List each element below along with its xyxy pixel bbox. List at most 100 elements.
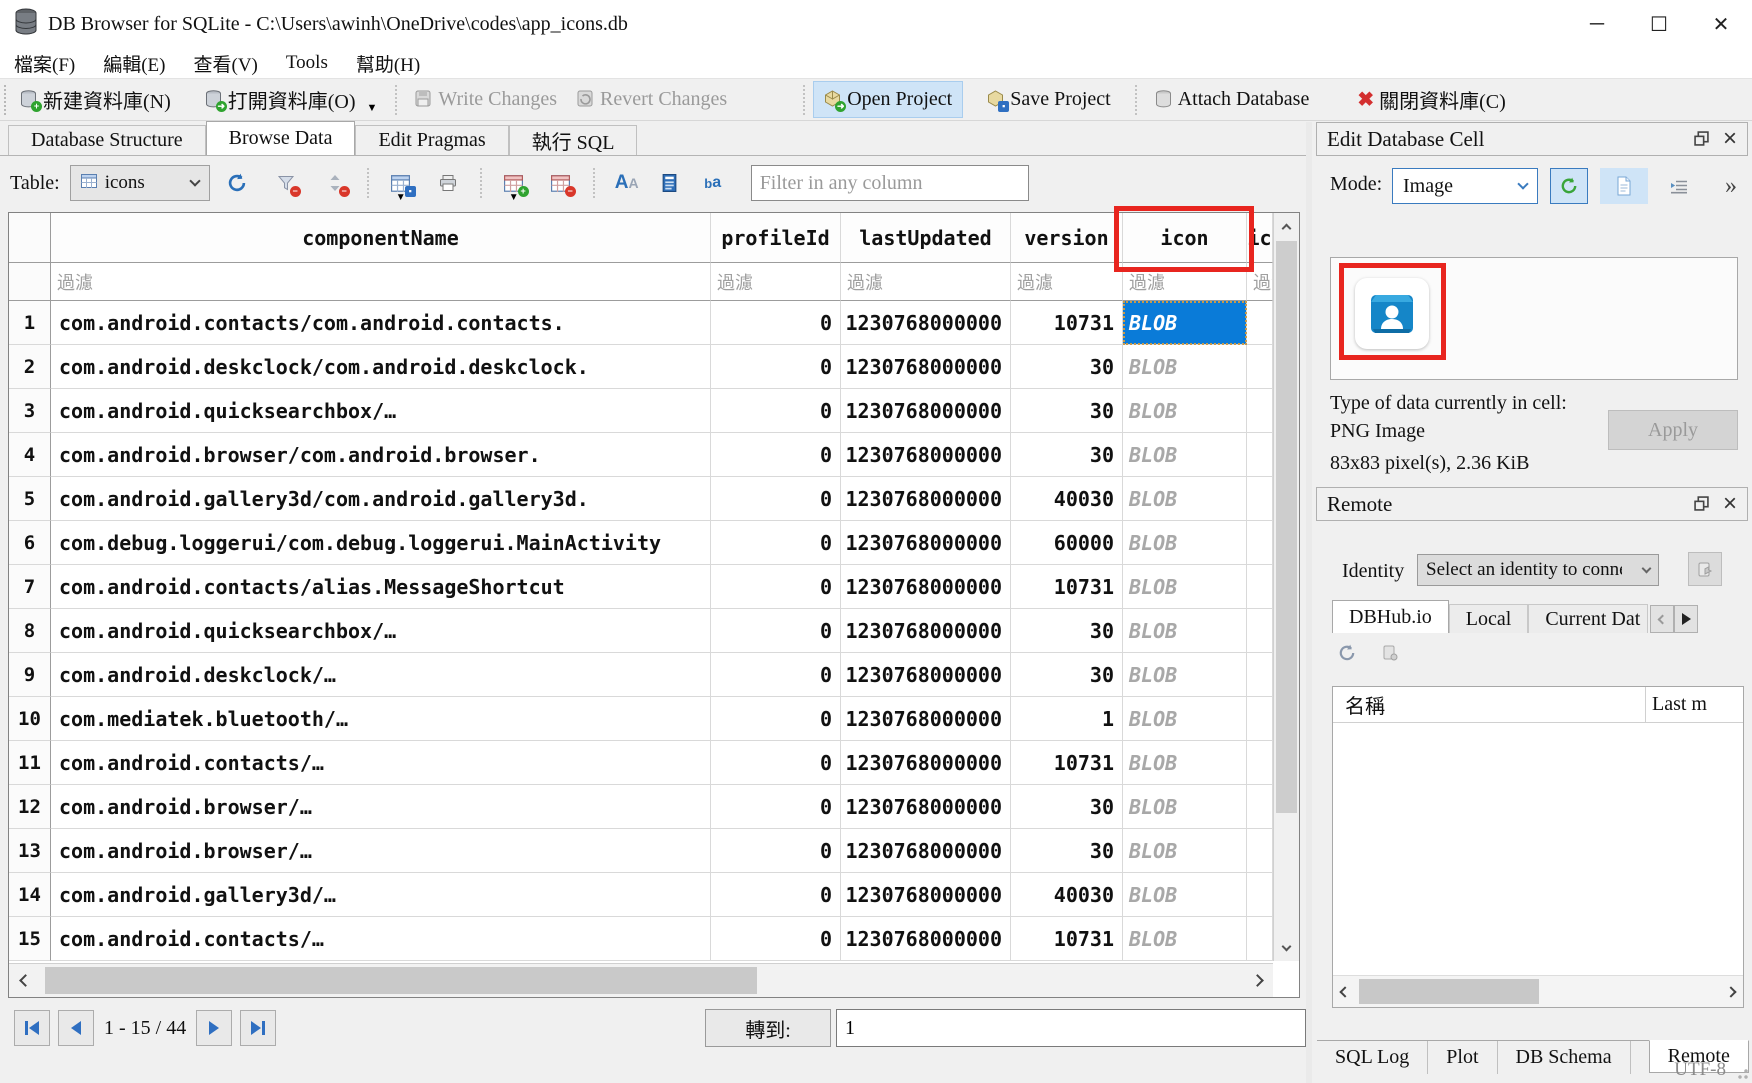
cell-componentName[interactable]: com.android.contacts/… [51, 741, 711, 785]
font-button[interactable]: AA [616, 172, 638, 194]
cell-clipped[interactable] [1247, 697, 1273, 741]
remote-list-scrollbar[interactable] [1333, 975, 1743, 1007]
cell-componentName[interactable]: com.android.contacts/… [51, 917, 711, 961]
cell-profileId[interactable]: 0 [711, 389, 841, 433]
cell-version[interactable]: 30 [1011, 389, 1123, 433]
resize-grip[interactable] [1738, 1069, 1748, 1079]
cell-lastUpdated[interactable]: 1230768000000 [841, 873, 1011, 917]
cell-componentName[interactable]: com.android.contacts/com.android.contact… [51, 301, 711, 345]
pagination-last-button[interactable] [240, 1010, 276, 1046]
close-panel-icon[interactable]: × [1723, 129, 1737, 149]
column-header-lastUpdated[interactable]: lastUpdated [841, 213, 1011, 263]
cell-version[interactable]: 30 [1011, 345, 1123, 389]
tab-scroll-right-button[interactable] [1674, 605, 1698, 633]
column-header-componentName[interactable]: componentName [51, 213, 711, 263]
float-panel-icon[interactable] [1694, 492, 1709, 517]
cell-icon[interactable]: BLOB [1123, 389, 1247, 433]
cell-lastUpdated[interactable]: 1230768000000 [841, 477, 1011, 521]
cell-icon[interactable]: BLOB [1123, 917, 1247, 961]
refresh-button[interactable] [226, 172, 248, 194]
import-data-button[interactable] [1550, 168, 1588, 204]
cell-version[interactable]: 30 [1011, 785, 1123, 829]
cell-clipped[interactable] [1247, 345, 1273, 389]
menu-item-2[interactable]: 查看(V) [180, 48, 272, 78]
cell-clipped[interactable] [1247, 741, 1273, 785]
delete-record-button[interactable]: − [550, 172, 572, 194]
remote-tab-current-database[interactable]: Current Dat [1528, 604, 1648, 633]
column-header-version[interactable]: version [1011, 213, 1123, 263]
cell-clipped[interactable] [1247, 301, 1273, 345]
bottom-tab-plot[interactable]: Plot [1428, 1041, 1497, 1074]
cell-icon[interactable]: BLOB [1123, 477, 1247, 521]
cell-profileId[interactable]: 0 [711, 873, 841, 917]
cell-profileId[interactable]: 0 [711, 653, 841, 697]
goto-record-input[interactable] [836, 1009, 1306, 1047]
attach-database-button[interactable]: Attach Database [1145, 82, 1320, 117]
export-data-button[interactable] [1600, 168, 1648, 204]
tab-execute-sql[interactable]: 執行 SQL [509, 125, 638, 155]
row-number[interactable]: 7 [9, 565, 51, 609]
cell-icon[interactable]: BLOB [1123, 301, 1247, 345]
filter-input-profileId[interactable]: 過濾 [711, 263, 841, 301]
scroll-right-icon[interactable] [1719, 976, 1743, 1007]
cell-lastUpdated[interactable]: 1230768000000 [841, 433, 1011, 477]
encoding-button[interactable]: ba [702, 172, 724, 194]
cell-clipped[interactable] [1247, 917, 1273, 961]
filter-any-column-input[interactable] [751, 165, 1029, 201]
identity-combobox[interactable]: Select an identity to conne [1417, 554, 1659, 586]
row-number[interactable]: 5 [9, 477, 51, 521]
cell-componentName[interactable]: com.android.contacts/alias.MessageShortc… [51, 565, 711, 609]
cell-lastUpdated[interactable]: 1230768000000 [841, 389, 1011, 433]
cell-componentName[interactable]: com.android.gallery3d/… [51, 873, 711, 917]
horizontal-scrollbar-thumb[interactable] [45, 967, 757, 994]
cell-lastUpdated[interactable]: 1230768000000 [841, 301, 1011, 345]
cell-lastUpdated[interactable]: 1230768000000 [841, 653, 1011, 697]
cell-version[interactable]: 1 [1011, 697, 1123, 741]
scroll-left-icon[interactable] [9, 964, 41, 997]
row-number[interactable]: 14 [9, 873, 51, 917]
cell-componentName[interactable]: com.android.deskclock/… [51, 653, 711, 697]
cell-componentName[interactable]: com.android.quicksearchbox/… [51, 389, 711, 433]
remote-clone-button[interactable] [1382, 644, 1398, 668]
cell-clipped[interactable] [1247, 653, 1273, 697]
word-wrap-button[interactable] [659, 172, 681, 194]
cell-componentName[interactable]: com.android.deskclock/com.android.deskcl… [51, 345, 711, 389]
cell-profileId[interactable]: 0 [711, 785, 841, 829]
cell-lastUpdated[interactable]: 1230768000000 [841, 697, 1011, 741]
menu-item-3[interactable]: Tools [272, 48, 342, 78]
clear-filters-button[interactable]: − [275, 172, 297, 194]
column-header-name[interactable]: 名稱 [1333, 687, 1646, 722]
encoding-status[interactable]: UTF-8 [1674, 1059, 1726, 1081]
tab-edit-pragmas[interactable]: Edit Pragmas [355, 125, 508, 155]
cell-profileId[interactable]: 0 [711, 521, 841, 565]
cell-componentName[interactable]: com.mediatek.bluetooth/… [51, 697, 711, 741]
column-header-profileId[interactable]: profileId [711, 213, 841, 263]
cell-clipped[interactable] [1247, 389, 1273, 433]
cell-icon[interactable]: BLOB [1123, 521, 1247, 565]
cell-icon[interactable]: BLOB [1123, 653, 1247, 697]
cell-version[interactable]: 10731 [1011, 741, 1123, 785]
row-number[interactable]: 15 [9, 917, 51, 961]
row-number[interactable]: 11 [9, 741, 51, 785]
cell-version[interactable]: 10731 [1011, 301, 1123, 345]
menu-item-4[interactable]: 幫助(H) [342, 48, 434, 78]
cell-icon[interactable]: BLOB [1123, 829, 1247, 873]
save-table-dropdown-arrow[interactable]: ▼ [396, 192, 406, 203]
cell-lastUpdated[interactable]: 1230768000000 [841, 917, 1011, 961]
cell-version[interactable]: 40030 [1011, 477, 1123, 521]
filter-input-componentName[interactable]: 過濾 [51, 263, 711, 301]
close-panel-icon[interactable]: × [1723, 494, 1737, 514]
pagination-first-button[interactable] [14, 1010, 50, 1046]
save-project-button[interactable]: ▪ Save Project [977, 82, 1121, 117]
cell-version[interactable]: 30 [1011, 653, 1123, 697]
bottom-tab-db-schema[interactable]: DB Schema [1498, 1041, 1631, 1074]
save-table-button[interactable]: ▪▼ [390, 172, 412, 194]
cell-icon[interactable]: BLOB [1123, 873, 1247, 917]
cell-clipped[interactable] [1247, 433, 1273, 477]
cell-componentName[interactable]: com.android.browser/… [51, 829, 711, 873]
cell-version[interactable]: 10731 [1011, 917, 1123, 961]
menu-item-0[interactable]: 檔案(F) [0, 48, 89, 78]
tab-database-structure[interactable]: Database Structure [8, 125, 206, 155]
cell-profileId[interactable]: 0 [711, 829, 841, 873]
cell-clipped[interactable] [1247, 521, 1273, 565]
